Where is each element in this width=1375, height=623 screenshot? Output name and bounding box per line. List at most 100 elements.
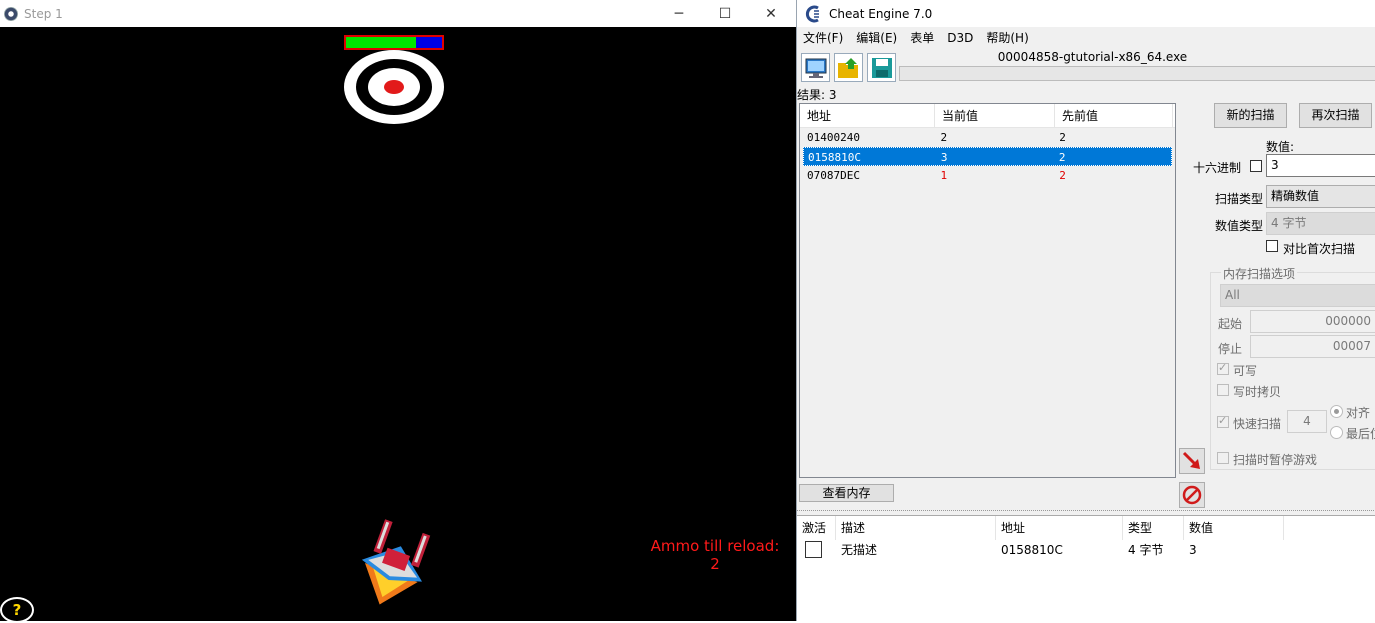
no-entry-icon [1182,485,1202,505]
start-label: 起始 [1218,317,1243,331]
clear-list-button[interactable] [1179,482,1205,508]
game-window-title: Step 1 [24,6,63,21]
result-previous: 2 [1059,169,1066,182]
result-previous: 2 [1059,131,1066,144]
value-label: 数值: [1266,140,1295,154]
player-ship-icon [361,519,431,605]
hex-label: 十六进制 [1193,161,1242,175]
result-row[interactable]: 01400240 2 2 [803,128,1172,147]
col-description[interactable]: 描述 [836,516,996,540]
writable-label: 可写 [1233,364,1258,378]
last-digits-radio[interactable] [1330,426,1343,439]
new-scan-button[interactable]: 新的扫描 [1214,103,1287,128]
address-list[interactable]: 激活 描述 地址 类型 数值 无描述 0158810C 4 字节 3 [797,515,1375,621]
ce-window-title: Cheat Engine 7.0 [829,6,933,21]
stop-address-input[interactable]: 00007 [1250,335,1375,358]
copy-on-write-checkbox[interactable] [1217,384,1229,396]
result-current: 2 [940,131,948,144]
scan-type-label: 扫描类型 [1215,192,1264,206]
menu-help[interactable]: 帮助(H) [986,29,1028,46]
result-address: 0158810C [808,151,861,164]
open-folder-icon [837,57,858,78]
game-window: Step 1 ─ ☐ ✕ Ammo till reload: 2 ? [0,0,796,623]
description-cell: 无描述 [841,543,878,557]
select-process-button[interactable] [801,53,830,82]
save-file-button[interactable] [867,53,896,82]
menu-edit[interactable]: 编辑(E) [856,29,897,46]
active-checkbox[interactable] [805,541,822,558]
target-health-bar [344,35,444,50]
result-row-selected[interactable]: 0158810C 3 2 [803,147,1172,166]
value-input[interactable]: 3 [1266,154,1375,177]
address-list-header: 激活 描述 地址 类型 数值 [797,516,1375,540]
add-to-list-button[interactable] [1179,448,1205,474]
fast-scan-input[interactable]: 4 [1287,410,1327,433]
menu-table[interactable]: 表单 [910,29,934,46]
menu-d3d[interactable]: D3D [947,31,973,45]
address-cell: 0158810C [1001,543,1063,557]
red-arrow-icon [1182,451,1200,469]
menu-file[interactable]: 文件(F) [803,29,843,46]
compare-first-checkbox[interactable] [1266,240,1278,252]
fast-scan-checkbox[interactable] [1217,414,1229,428]
result-current: 3 [940,151,948,164]
type-cell: 4 字节 [1128,543,1164,557]
scan-type-select[interactable]: 精确数值 [1266,185,1375,208]
next-scan-button[interactable]: 再次扫描 [1299,103,1372,128]
computer-icon [805,58,826,78]
memory-options-label: 内存扫描选项 [1221,265,1298,282]
col-address[interactable]: 地址 [800,104,935,127]
scan-results-list[interactable]: 地址 当前值 先前值 01400240 2 2 0158810C 3 2 070… [799,103,1176,478]
ammo-counter: Ammo till reload: 2 [634,537,796,573]
help-button[interactable]: ? [0,597,34,623]
col-address[interactable]: 地址 [996,516,1123,540]
minimize-icon[interactable]: ─ [656,0,702,27]
address-row[interactable]: 无描述 0158810C 4 字节 3 [797,540,1375,560]
col-current[interactable]: 当前值 [935,104,1055,127]
results-header: 地址 当前值 先前值 [800,104,1175,128]
ce-title-bar: Cheat Engine 7.0 [797,0,1375,27]
cheat-engine-logo-icon [805,5,819,22]
target-icon [344,50,444,124]
pause-game-checkbox[interactable] [1217,452,1229,464]
save-disk-icon [871,57,892,78]
game-canvas[interactable]: Ammo till reload: 2 ? [0,27,796,623]
col-previous[interactable]: 先前值 [1055,104,1173,127]
hex-checkbox[interactable] [1250,160,1262,172]
view-memory-button[interactable]: 查看内存 [799,484,894,502]
cheat-engine-window: Cheat Engine 7.0 文件(F) 编辑(E) 表单 D3D 帮助(H… [796,0,1375,621]
maximize-icon[interactable]: ☐ [702,0,748,27]
align-label: 对齐 [1346,406,1371,420]
results-count: 结果: 3 [797,88,837,102]
toolbar [801,53,896,82]
value-type-label: 数值类型 [1215,219,1264,233]
start-address-input[interactable]: 000000 [1250,310,1375,333]
writable-checkbox[interactable] [1217,361,1229,375]
result-address: 07087DEC [807,169,860,182]
compare-first-label: 对比首次扫描 [1283,242,1356,256]
result-address: 01400240 [807,131,860,144]
ammo-value: 2 [710,555,720,573]
col-type[interactable]: 类型 [1123,516,1184,540]
close-icon[interactable]: ✕ [748,0,794,27]
col-value[interactable]: 数值 [1184,516,1284,540]
scan-progress-bar [899,66,1375,81]
ammo-label: Ammo till reload: [650,537,780,555]
open-file-button[interactable] [834,53,863,82]
result-row[interactable]: 07087DEC 1 2 [803,166,1172,185]
result-previous: 2 [1058,151,1066,164]
value-type-select[interactable]: 4 字节 [1266,212,1375,235]
col-active[interactable]: 激活 [797,516,836,540]
app-icon [4,6,18,21]
active-cell [797,540,836,560]
process-name: 00004858-gtutorial-x86_64.exe [997,50,1188,64]
fast-scan-label: 快速扫描 [1233,417,1282,431]
copy-on-write-label: 写时拷贝 [1233,385,1282,399]
align-radio[interactable] [1330,405,1343,418]
health-bar-fill [346,37,417,48]
last-digits-label: 最后位 [1346,427,1375,441]
region-select[interactable]: All [1220,284,1375,307]
value-cell: 3 [1189,543,1197,557]
stop-label: 停止 [1218,342,1243,356]
pause-game-label: 扫描时暂停游戏 [1233,453,1318,467]
